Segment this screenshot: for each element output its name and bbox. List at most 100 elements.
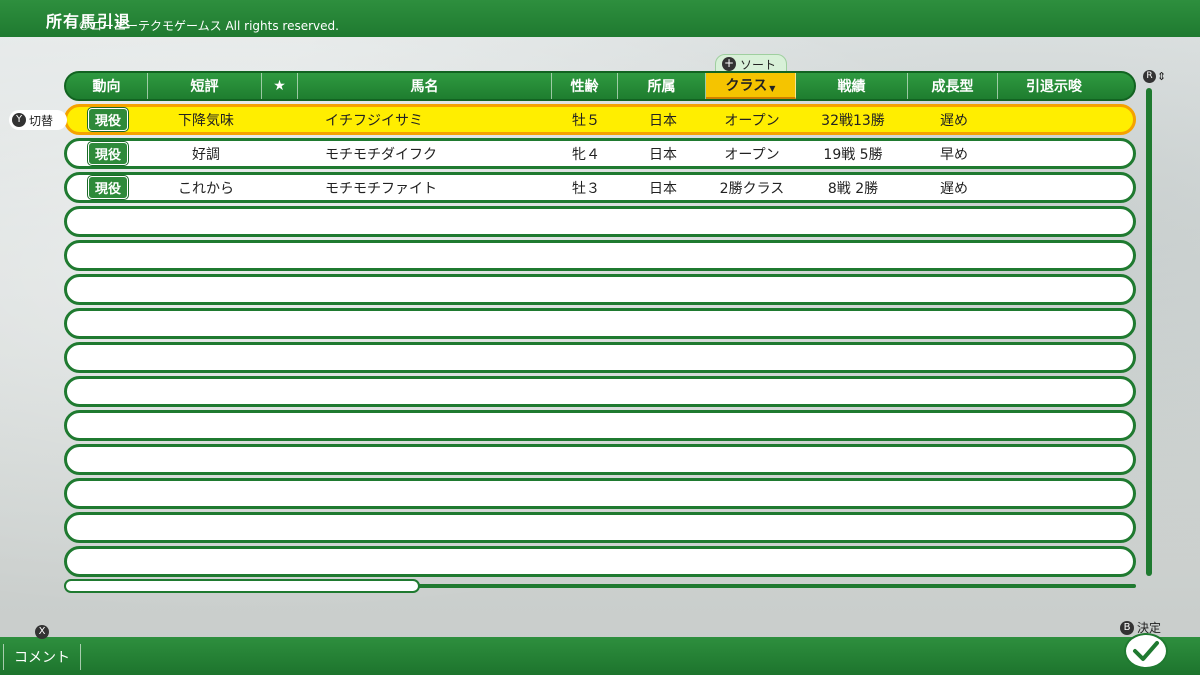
column-header-affiliation[interactable]: 所属 [618, 73, 706, 99]
column-header-label: 成長型 [931, 79, 974, 95]
cell-review: 好調 [149, 141, 263, 166]
column-header-review[interactable]: 短評 [148, 73, 262, 99]
cell-review: これから [149, 175, 263, 200]
cell-name: イチフジイサミ [325, 107, 553, 132]
sex-age-value: 牡３ [572, 180, 600, 197]
column-header-class[interactable]: クラス ▼ [706, 73, 796, 99]
column-header-label: ★ [273, 78, 286, 94]
swap-button[interactable]: Y 切替 [9, 110, 67, 130]
column-header-label: 短評 [190, 79, 219, 95]
top-bar: 所有馬引退 ©コーエーテクモゲームス All rights reserved. [0, 0, 1200, 37]
cell-record: 32戦13勝 [797, 107, 909, 132]
empty-row[interactable] [64, 444, 1136, 475]
cell-sex-age: 牡５ [553, 107, 619, 132]
record-value: 8戦 2勝 [827, 180, 879, 197]
empty-row[interactable] [64, 410, 1136, 441]
cell-affiliation: 日本 [619, 141, 707, 166]
status-badge: 現役 [87, 108, 128, 131]
sex-age-value: 牡５ [572, 112, 600, 129]
status-badge: 現役 [87, 176, 128, 199]
comment-button[interactable]: コメント [3, 644, 81, 670]
column-header-growth[interactable]: 成長型 [908, 73, 998, 99]
sex-age-value: 牝４ [572, 146, 600, 163]
cell-status: 現役 [67, 175, 149, 200]
affiliation-value: 日本 [649, 112, 677, 129]
cell-retire-hint [999, 107, 1111, 132]
table-header: 動向 短評 ★ 馬名 性齢 所属 クラス ▼ 戦績 成長型 引退示唆 [64, 71, 1136, 101]
empty-row[interactable] [64, 240, 1136, 271]
name-value: イチフジイサミ [325, 112, 423, 129]
cell-class: オープン [707, 107, 797, 132]
column-header-label: 所属 [647, 79, 676, 95]
cell-growth: 早め [909, 141, 999, 166]
cell-review: 下降気味 [149, 107, 263, 132]
column-header-sex-age[interactable]: 性齢 [552, 73, 618, 99]
table-row[interactable]: 現役 好調 モチモチダイフク 牝４ 日本 オープン 19戦 5勝 早め [64, 138, 1136, 169]
class-value: オープン [724, 112, 780, 129]
growth-value: 遅め [940, 112, 968, 129]
y-button-icon: Y [12, 113, 26, 127]
cell-status: 現役 [67, 141, 149, 166]
updown-arrows-icon: ⇕ [1157, 70, 1167, 83]
column-header-label: 動向 [92, 79, 121, 95]
empty-row[interactable] [64, 546, 1136, 577]
column-header-record[interactable]: 戦績 [796, 73, 908, 99]
confirm-button[interactable] [1124, 633, 1168, 669]
column-header-label: 戦績 [837, 79, 866, 95]
column-header-status[interactable]: 動向 [66, 73, 148, 99]
review-value: これから [178, 180, 234, 197]
column-header-label: 馬名 [410, 79, 439, 95]
affiliation-value: 日本 [649, 180, 677, 197]
r-stick-hint: R ⇕ [1143, 70, 1166, 83]
record-value: 19戦 5勝 [823, 146, 883, 163]
x-button-icon: X [35, 625, 49, 639]
cell-name: モチモチファイト [325, 175, 553, 200]
cell-retire-hint [999, 141, 1111, 166]
cell-star [263, 175, 299, 200]
table-row[interactable]: 現役 下降気味 イチフジイサミ 牡５ 日本 オープン 32戦13勝 遅め [64, 104, 1136, 135]
sort-direction-icon: ▼ [769, 83, 776, 93]
cell-affiliation: 日本 [619, 107, 707, 132]
name-value: モチモチダイフク [325, 146, 437, 163]
column-header-label: 性齢 [570, 79, 599, 95]
empty-row[interactable] [64, 512, 1136, 543]
empty-row[interactable] [64, 308, 1136, 339]
cell-star [263, 107, 299, 132]
cell-affiliation: 日本 [619, 175, 707, 200]
class-value: 2勝クラス [719, 180, 785, 197]
bottom-bar [0, 637, 1200, 675]
affiliation-value: 日本 [649, 146, 677, 163]
cell-record: 8戦 2勝 [797, 175, 909, 200]
growth-value: 遅め [940, 180, 968, 197]
column-header-label: 引退示唆 [1026, 79, 1082, 95]
swap-label: 切替 [29, 113, 54, 128]
cell-star [263, 141, 299, 166]
column-header-star[interactable]: ★ [262, 73, 298, 99]
record-value: 32戦13勝 [821, 112, 885, 129]
table-row[interactable]: 現役 これから モチモチファイト 牡３ 日本 2勝クラス 8戦 2勝 遅め [64, 172, 1136, 203]
vertical-scrollbar[interactable] [1146, 88, 1152, 576]
empty-row[interactable] [64, 206, 1136, 237]
cell-growth: 遅め [909, 175, 999, 200]
cell-class: 2勝クラス [707, 175, 797, 200]
growth-value: 早め [940, 146, 968, 163]
cell-growth: 遅め [909, 107, 999, 132]
column-header-name[interactable]: 馬名 [298, 73, 552, 99]
cell-record: 19戦 5勝 [797, 141, 909, 166]
cell-class: オープン [707, 141, 797, 166]
column-header-retire-hint[interactable]: 引退示唆 [998, 73, 1110, 99]
horizontal-scrollbar-thumb[interactable] [64, 579, 420, 593]
review-value: 好調 [192, 146, 220, 163]
empty-row[interactable] [64, 342, 1136, 373]
empty-row[interactable] [64, 376, 1136, 407]
empty-row[interactable] [64, 478, 1136, 509]
b-button-icon: B [1120, 620, 1134, 635]
class-value: オープン [724, 146, 780, 163]
status-badge: 現役 [87, 142, 128, 165]
empty-row[interactable] [64, 274, 1136, 305]
cell-retire-hint [999, 175, 1111, 200]
r-stick-icon: R [1143, 70, 1156, 83]
column-header-label: クラス [725, 78, 768, 94]
copyright-text: ©コーエーテクモゲームス All rights reserved. [78, 19, 339, 33]
check-icon [1133, 641, 1159, 661]
